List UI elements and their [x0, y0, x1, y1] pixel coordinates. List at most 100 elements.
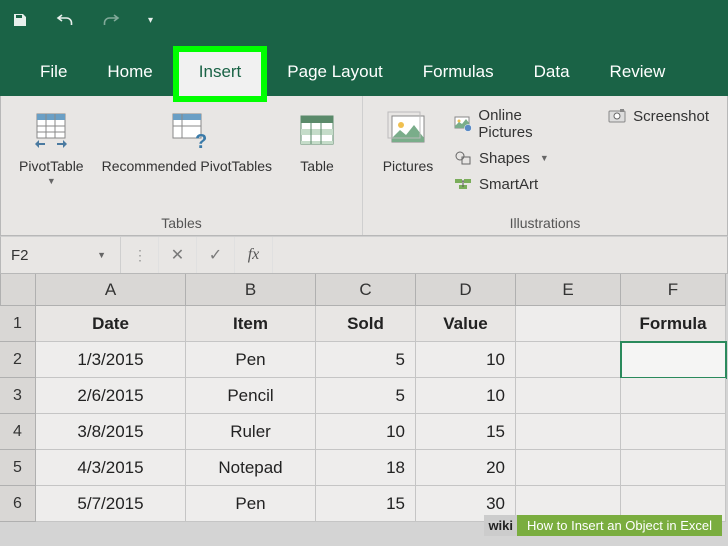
smartart-icon: [453, 175, 473, 193]
pivot-table-label: PivotTable: [19, 158, 84, 174]
row-header-4[interactable]: 4: [0, 414, 36, 450]
watermark-text: How to Insert an Object in Excel: [517, 515, 722, 536]
row-header-3[interactable]: 3: [0, 378, 36, 414]
row-header-1[interactable]: 1: [0, 306, 36, 342]
tab-insert[interactable]: Insert: [179, 52, 262, 96]
cell[interactable]: 10: [416, 342, 516, 378]
watermark: wiki How to Insert an Object in Excel: [484, 515, 722, 536]
cell[interactable]: [621, 378, 726, 414]
tab-data[interactable]: Data: [514, 52, 590, 96]
enter-formula-button[interactable]: ✓: [197, 237, 235, 273]
tab-review[interactable]: Review: [590, 52, 686, 96]
ribbon-group-tables: PivotTable ▼ ? Recommended PivotTables T…: [1, 96, 363, 235]
column-header-a[interactable]: A: [36, 274, 186, 306]
cell[interactable]: [516, 378, 621, 414]
insert-function-button[interactable]: fx: [235, 237, 273, 273]
cell[interactable]: Pen: [186, 342, 316, 378]
formula-input[interactable]: [273, 237, 727, 273]
ribbon-group-illustrations: Pictures Online Pictures Shapes ▼: [363, 96, 727, 235]
column-header-e[interactable]: E: [516, 274, 621, 306]
cell[interactable]: Date: [36, 306, 186, 342]
cell[interactable]: 18: [316, 450, 416, 486]
cell[interactable]: 10: [416, 378, 516, 414]
cell[interactable]: Formula: [621, 306, 726, 342]
column-header-c[interactable]: C: [316, 274, 416, 306]
smartart-button[interactable]: SmartArt: [445, 172, 585, 196]
screenshot-label: Screenshot: [633, 108, 709, 125]
ribbon: PivotTable ▼ ? Recommended PivotTables T…: [0, 96, 728, 236]
screenshot-icon: [607, 107, 627, 125]
row-header-6[interactable]: 6: [0, 486, 36, 522]
save-icon[interactable]: [12, 12, 28, 28]
name-box[interactable]: F2 ▼: [1, 237, 121, 273]
svg-text:?: ?: [195, 131, 207, 150]
tutorial-highlight: Insert: [173, 46, 268, 102]
column-header-d[interactable]: D: [416, 274, 516, 306]
pictures-icon: [382, 106, 434, 154]
cell[interactable]: 2/6/2015: [36, 378, 186, 414]
cell[interactable]: 20: [416, 450, 516, 486]
row-header-5[interactable]: 5: [0, 450, 36, 486]
online-pictures-label: Online Pictures: [478, 107, 577, 141]
cell[interactable]: [621, 414, 726, 450]
name-box-more[interactable]: ⋮: [121, 237, 159, 273]
cell[interactable]: Notepad: [186, 450, 316, 486]
cell[interactable]: [516, 306, 621, 342]
cancel-formula-button[interactable]: ✕: [159, 237, 197, 273]
quick-access-toolbar: ▾: [0, 0, 728, 40]
cell[interactable]: 1/3/2015: [36, 342, 186, 378]
cell[interactable]: 10: [316, 414, 416, 450]
cell[interactable]: Value: [416, 306, 516, 342]
cell[interactable]: [516, 414, 621, 450]
cell[interactable]: 15: [316, 486, 416, 522]
table-button[interactable]: Table: [282, 102, 352, 211]
name-box-value: F2: [11, 247, 29, 264]
table-icon: [291, 106, 343, 154]
pictures-button[interactable]: Pictures: [373, 102, 443, 211]
chevron-down-icon: ▼: [97, 250, 110, 260]
pictures-label: Pictures: [383, 158, 434, 174]
cell[interactable]: 5/7/2015: [36, 486, 186, 522]
cell[interactable]: Ruler: [186, 414, 316, 450]
formula-bar: F2 ▼ ⋮ ✕ ✓ fx: [0, 236, 728, 274]
shapes-button[interactable]: Shapes ▼: [445, 146, 585, 170]
column-header-f[interactable]: F: [621, 274, 726, 306]
tab-formulas[interactable]: Formulas: [403, 52, 514, 96]
redo-icon[interactable]: [102, 12, 120, 28]
row-header-2[interactable]: 2: [0, 342, 36, 378]
online-pictures-icon: [453, 115, 472, 133]
cell[interactable]: Sold: [316, 306, 416, 342]
recommended-pivot-button[interactable]: ? Recommended PivotTables: [94, 102, 280, 211]
screenshot-button[interactable]: Screenshot: [599, 104, 717, 128]
chevron-down-icon: ▼: [47, 176, 56, 186]
customize-qat-icon[interactable]: ▾: [148, 15, 153, 26]
worksheet: A B C D E F 1 Date Item Sold Value Formu…: [0, 274, 728, 522]
cell[interactable]: 3/8/2015: [36, 414, 186, 450]
cell[interactable]: 5: [316, 378, 416, 414]
cell[interactable]: [621, 450, 726, 486]
watermark-logo: wiki: [484, 515, 517, 536]
pivot-table-icon: [25, 106, 77, 154]
tab-home[interactable]: Home: [87, 52, 172, 96]
column-header-b[interactable]: B: [186, 274, 316, 306]
cell[interactable]: [516, 450, 621, 486]
cell[interactable]: 4/3/2015: [36, 450, 186, 486]
shapes-label: Shapes: [479, 150, 530, 167]
cell[interactable]: Item: [186, 306, 316, 342]
select-all-corner[interactable]: [0, 274, 36, 306]
cell[interactable]: 5: [316, 342, 416, 378]
recommended-pivot-label: Recommended PivotTables: [102, 158, 272, 174]
cell[interactable]: Pen: [186, 486, 316, 522]
tab-page-layout[interactable]: Page Layout: [267, 52, 402, 96]
cell-selected[interactable]: [621, 342, 726, 378]
cell[interactable]: Pencil: [186, 378, 316, 414]
table-label: Table: [300, 158, 333, 174]
smartart-label: SmartArt: [479, 176, 538, 193]
cell[interactable]: [516, 342, 621, 378]
pivot-table-button[interactable]: PivotTable ▼: [11, 102, 92, 211]
online-pictures-button[interactable]: Online Pictures: [445, 104, 585, 144]
cell[interactable]: 15: [416, 414, 516, 450]
undo-icon[interactable]: [56, 12, 74, 28]
tab-file[interactable]: File: [20, 52, 87, 96]
ribbon-tabs: File Home Insert Page Layout Formulas Da…: [0, 40, 728, 96]
